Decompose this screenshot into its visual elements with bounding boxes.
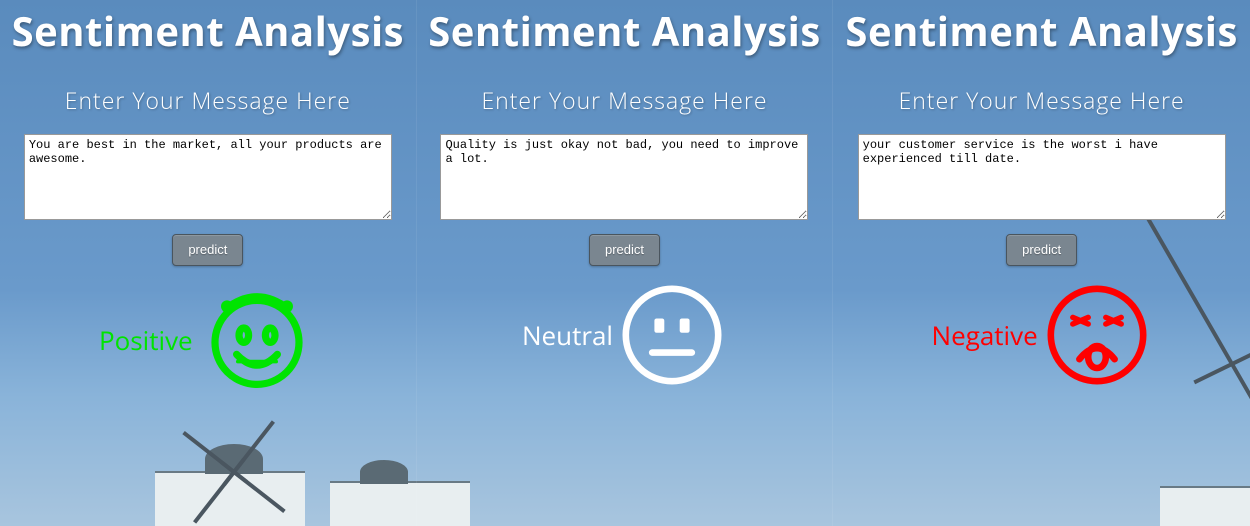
app-title: Sentiment Analysis bbox=[833, 8, 1250, 54]
sentiment-panel-positive: Sentiment Analysis Enter Your Message He… bbox=[0, 0, 417, 526]
predict-button[interactable]: predict bbox=[1006, 234, 1077, 266]
result-label: Neutral bbox=[522, 317, 613, 353]
input-prompt: Enter Your Message Here bbox=[417, 84, 833, 116]
result-row: Neutral bbox=[417, 280, 833, 390]
neutral-face-icon bbox=[617, 280, 727, 390]
input-prompt: Enter Your Message Here bbox=[833, 84, 1250, 116]
sentiment-panel-negative: Sentiment Analysis Enter Your Message He… bbox=[833, 0, 1250, 526]
message-input[interactable] bbox=[440, 134, 808, 220]
message-input[interactable] bbox=[858, 134, 1226, 220]
result-label: Negative bbox=[932, 317, 1038, 353]
result-label: Positive bbox=[99, 322, 193, 358]
result-row: Positive bbox=[0, 280, 416, 400]
sentiment-panel-neutral: Sentiment Analysis Enter Your Message He… bbox=[417, 0, 834, 526]
message-input[interactable] bbox=[24, 134, 392, 220]
smile-face-icon bbox=[197, 280, 317, 400]
predict-button[interactable]: predict bbox=[172, 234, 243, 266]
predict-button[interactable]: predict bbox=[589, 234, 660, 266]
sad-face-icon bbox=[1042, 280, 1152, 390]
app-title: Sentiment Analysis bbox=[0, 8, 416, 54]
app-title: Sentiment Analysis bbox=[417, 8, 833, 54]
input-prompt: Enter Your Message Here bbox=[0, 84, 416, 116]
result-row: Negative bbox=[833, 280, 1250, 390]
